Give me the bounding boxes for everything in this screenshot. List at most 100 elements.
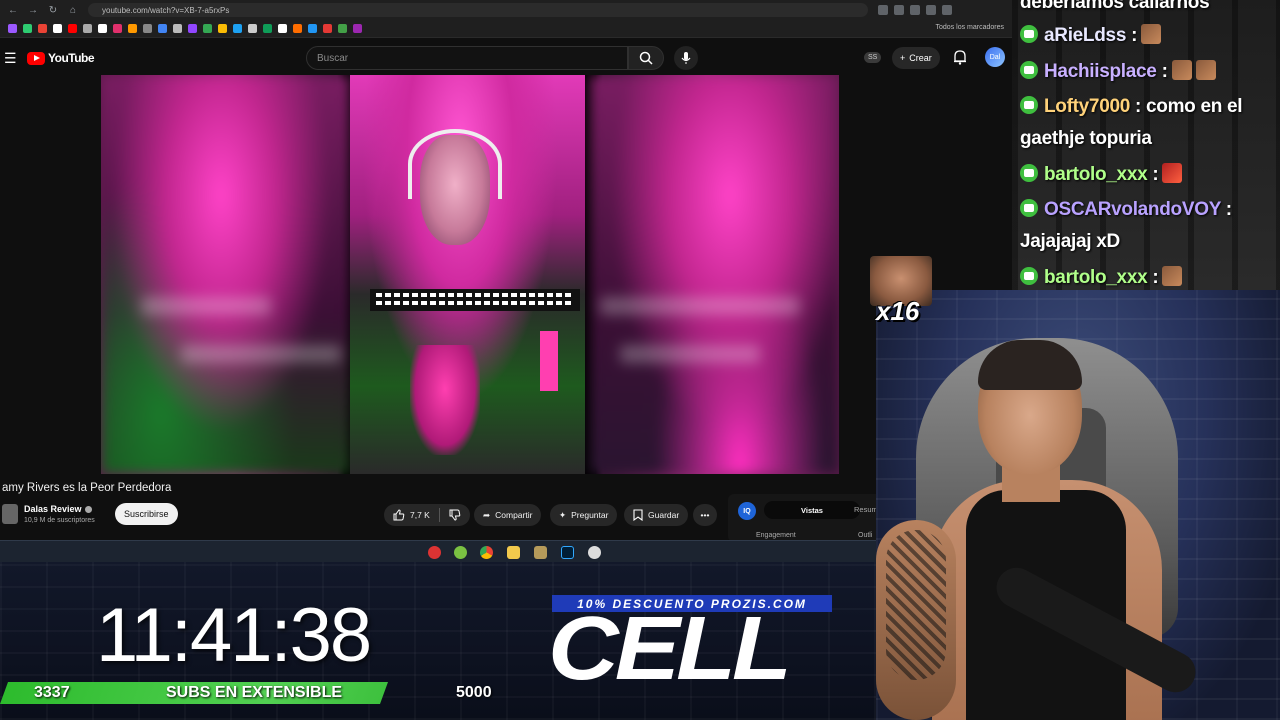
video-player[interactable] xyxy=(101,75,839,474)
like-button[interactable]: 7,7 K xyxy=(384,504,470,526)
chat-badge-icon xyxy=(1020,267,1038,285)
bookmark-icon[interactable] xyxy=(23,24,32,33)
chat-username[interactable]: bartolo_xxx xyxy=(1044,164,1148,185)
tab-resumen[interactable]: Resum xyxy=(854,505,878,514)
youtube-play-icon xyxy=(27,51,45,65)
video-caption xyxy=(370,289,580,311)
ss-badge[interactable]: SS xyxy=(864,52,882,63)
channel-avatar[interactable] xyxy=(2,504,18,524)
bookmark-icon[interactable] xyxy=(173,24,182,33)
bookmark-icon[interactable] xyxy=(98,24,107,33)
chat-message: deberíamos callarnos xyxy=(1020,0,1210,14)
menu-icon[interactable]: ☰ xyxy=(4,50,17,67)
bookmark-icon[interactable] xyxy=(263,24,272,33)
chat-username[interactable]: Lofty7000 xyxy=(1044,96,1130,117)
bookmark-icon[interactable] xyxy=(53,24,62,33)
video-blur-left xyxy=(101,75,350,474)
thumbs-down-icon[interactable] xyxy=(449,509,461,521)
subscribe-button[interactable]: Suscribirse xyxy=(115,503,178,525)
webcam-feed xyxy=(876,290,1280,720)
bookmark-icon[interactable] xyxy=(188,24,197,33)
create-button[interactable]: + Crear xyxy=(892,47,940,69)
address-bar[interactable]: youtube.com/watch?v=XB-7-a5rxPs xyxy=(88,3,868,17)
youtube-logo[interactable]: YouTube xyxy=(27,51,95,65)
save-button[interactable]: Guardar xyxy=(624,504,689,526)
chat-text: : xyxy=(1131,25,1138,46)
youtube-wordmark: YouTube xyxy=(48,51,95,65)
verified-icon xyxy=(84,506,92,514)
bookmark-icon[interactable] xyxy=(338,24,347,33)
photoshop-icon[interactable] xyxy=(561,546,574,559)
video-pillar xyxy=(540,331,558,391)
voice-search-button[interactable] xyxy=(674,46,698,70)
ask-button[interactable]: ✦ Preguntar xyxy=(550,504,618,526)
bookmark-icon[interactable] xyxy=(353,24,362,33)
more-actions-button[interactable]: ••• xyxy=(693,504,717,526)
notifications-bell-icon[interactable] xyxy=(953,50,967,65)
star-icon[interactable] xyxy=(910,5,920,15)
bookmark-save-icon xyxy=(633,509,643,521)
subs-label: SUBS EN EXTENSIBLE xyxy=(166,684,343,701)
microphone-icon xyxy=(681,52,691,64)
tab-vistas[interactable]: Vistas xyxy=(764,501,860,519)
all-bookmarks-link[interactable]: Todos los marcadores xyxy=(936,24,1004,31)
video-center-frame xyxy=(350,75,585,474)
bookmark-icon[interactable] xyxy=(308,24,317,33)
back-icon[interactable]: ← xyxy=(6,3,20,17)
chat-message: bartolo_xxx : xyxy=(1020,266,1183,289)
bookmark-icon[interactable] xyxy=(203,24,212,33)
bookmark-icon[interactable] xyxy=(143,24,152,33)
app-icon[interactable] xyxy=(588,546,601,559)
app-icon[interactable] xyxy=(454,546,467,559)
emote-icon xyxy=(1141,24,1162,44)
subs-goal: 5000 xyxy=(456,684,492,701)
video-figure xyxy=(410,345,480,455)
bookmark-icon[interactable] xyxy=(218,24,227,33)
home-icon[interactable]: ⌂ xyxy=(66,3,80,17)
share-button[interactable]: ➦ Compartir xyxy=(474,504,542,526)
reload-icon[interactable]: ↻ xyxy=(46,3,60,17)
engagement-label: Engagement xyxy=(756,532,796,539)
search-icon xyxy=(639,51,653,65)
iq-badge[interactable]: IQ xyxy=(738,502,756,520)
folder-icon[interactable] xyxy=(507,546,520,559)
share-icon[interactable] xyxy=(894,5,904,15)
chrome-icon[interactable] xyxy=(480,546,493,559)
bookmark-icon[interactable] xyxy=(38,24,47,33)
bookmark-icon[interactable] xyxy=(323,24,332,33)
app-icon[interactable] xyxy=(534,546,547,559)
bookmark-icon[interactable] xyxy=(158,24,167,33)
emote-icon xyxy=(1162,163,1183,183)
chat-message-cont: Jajajajaj xD xyxy=(1020,231,1120,253)
forward-icon[interactable]: → xyxy=(26,3,40,17)
bookmark-icon[interactable] xyxy=(83,24,92,33)
stream-chat: deberíamos callarnos aRieLdss : Hachiisp… xyxy=(1012,0,1280,290)
bookmark-icon[interactable] xyxy=(278,24,287,33)
app-icon[interactable] xyxy=(428,546,441,559)
chat-message: Hachiisplace : xyxy=(1020,60,1216,83)
chat-username[interactable]: bartolo_xxx xyxy=(1044,267,1148,288)
like-count: 7,7 K xyxy=(410,510,430,520)
bookmark-icon[interactable] xyxy=(248,24,257,33)
share-arrow-icon: ➦ xyxy=(483,509,491,520)
ask-label: Preguntar xyxy=(571,510,609,520)
channel-name[interactable]: Dalas Review xyxy=(24,504,92,514)
chat-username[interactable]: OSCARvolandoVOY xyxy=(1044,199,1221,220)
zoom-icon[interactable] xyxy=(878,5,888,15)
chat-badge-icon xyxy=(1020,164,1038,182)
bookmark-icon[interactable] xyxy=(233,24,242,33)
bookmark-icon[interactable] xyxy=(8,24,17,33)
youtube-header: ☰ YouTube Buscar SS + Crear Dal xyxy=(0,38,1012,78)
extension-icon[interactable] xyxy=(926,5,936,15)
profile-icon[interactable] xyxy=(942,5,952,15)
chat-username[interactable]: Hachiisplace xyxy=(1044,61,1157,82)
bookmark-icon[interactable] xyxy=(293,24,302,33)
search-input[interactable]: Buscar xyxy=(306,46,628,70)
bookmark-icon[interactable] xyxy=(113,24,122,33)
search-button[interactable] xyxy=(628,46,664,70)
account-avatar[interactable]: Dal xyxy=(985,47,1005,67)
bookmark-icon[interactable] xyxy=(68,24,77,33)
chat-username[interactable]: aRieLdss xyxy=(1044,25,1126,46)
bookmark-icon[interactable] xyxy=(128,24,137,33)
chat-text: : xyxy=(1225,199,1232,220)
